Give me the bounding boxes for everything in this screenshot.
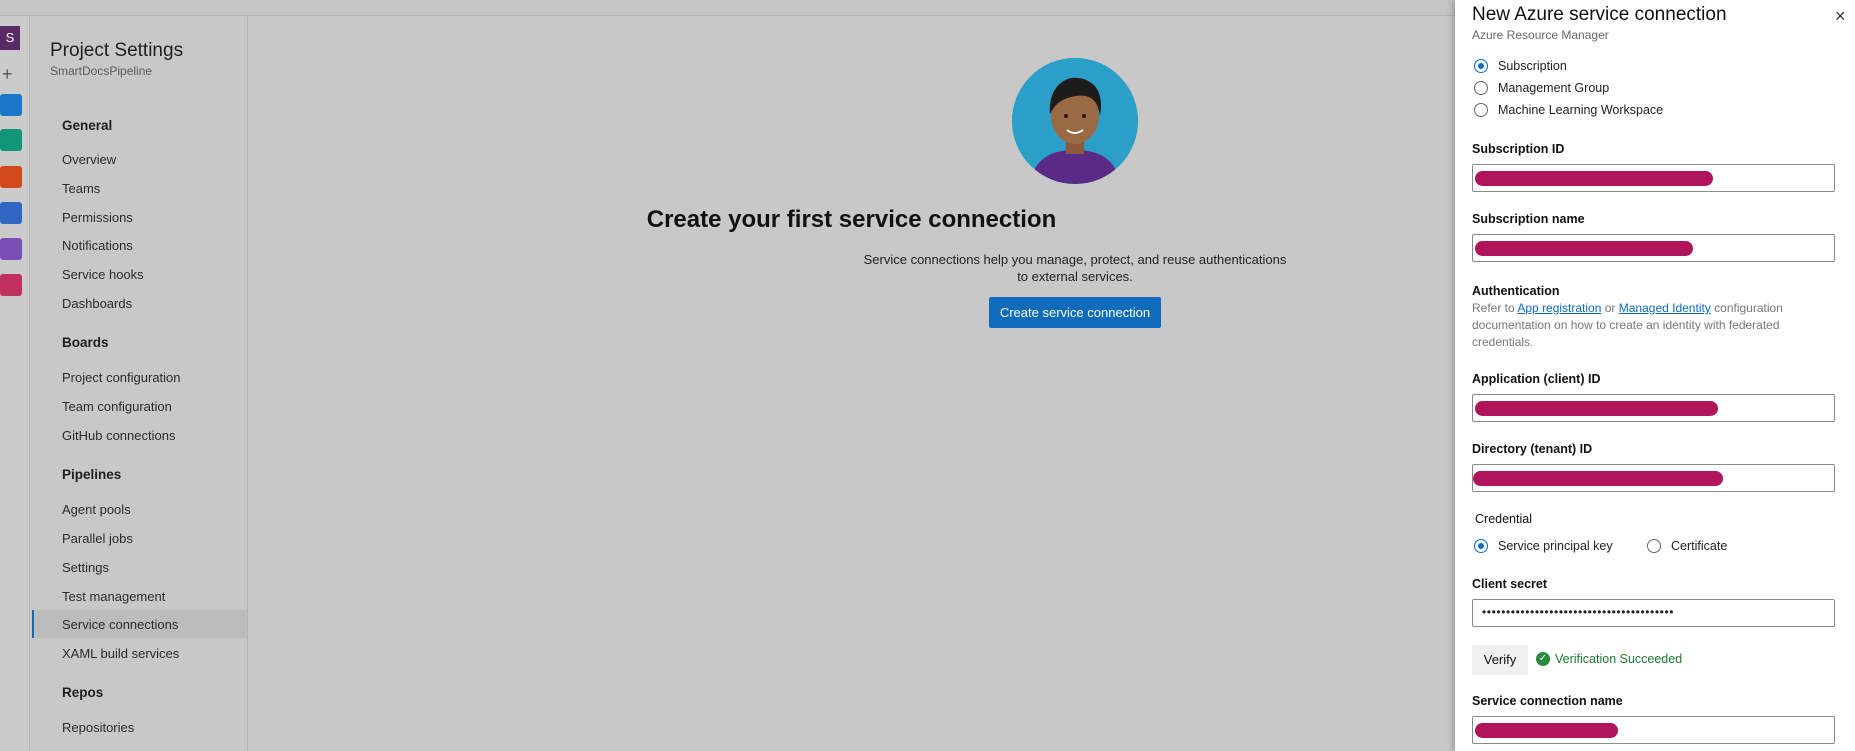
scope-option-label: Machine Learning Workspace	[1498, 103, 1664, 117]
client-secret-input[interactable]: ••••••••••••••••••••••••••••••••••••••••	[1472, 599, 1835, 627]
nav-item-service-connections[interactable]: Service connections	[62, 617, 178, 632]
panel-subtitle: Azure Resource Manager	[1472, 28, 1609, 42]
nav-item-repositories[interactable]: Repositories	[62, 720, 134, 735]
scope-option-label: Management Group	[1498, 81, 1610, 95]
credential-option-label: Certificate	[1671, 539, 1728, 553]
scope-option-subscription[interactable]: Subscription	[1474, 59, 1567, 73]
pipelines-icon[interactable]	[0, 202, 22, 224]
person-illustration-icon	[1012, 58, 1138, 184]
app-registration-link[interactable]: App registration	[1517, 301, 1601, 315]
nav-item-agent-pools[interactable]: Agent pools	[62, 502, 131, 517]
org-avatar[interactable]: S	[0, 26, 20, 50]
connection-name-label: Service connection name	[1472, 694, 1623, 708]
nav-item-permissions[interactable]: Permissions	[62, 210, 133, 225]
artifacts-icon[interactable]	[0, 274, 22, 296]
empty-state-description: Service connections help you manage, pro…	[863, 252, 1287, 284]
nav-item-team-configuration[interactable]: Team configuration	[62, 399, 172, 414]
repos-icon[interactable]	[0, 166, 22, 188]
nav-item-xaml-build-services[interactable]: XAML build services	[62, 646, 179, 661]
client-secret-value: ••••••••••••••••••••••••••••••••••••••••	[1482, 605, 1675, 619]
create-service-connection-button[interactable]: Create service connection	[989, 297, 1161, 328]
nav-item-service-hooks[interactable]: Service hooks	[62, 267, 144, 282]
auth-text-mid: or	[1601, 301, 1619, 315]
subscription-name-label: Subscription name	[1472, 212, 1585, 226]
client-secret-label: Client secret	[1472, 577, 1548, 591]
close-icon[interactable]: ×	[1835, 6, 1846, 27]
nav-item-overview[interactable]: Overview	[62, 152, 116, 167]
boards-icon[interactable]	[0, 129, 22, 151]
redaction-mark	[1475, 723, 1618, 738]
redaction-mark	[1475, 171, 1713, 186]
left-rail: S +	[0, 16, 30, 751]
nav-item-test-management[interactable]: Test management	[62, 589, 165, 604]
credential-option-label: Service principal key	[1498, 539, 1613, 553]
nav-item-parallel-jobs[interactable]: Parallel jobs	[62, 531, 133, 546]
subscription-id-input[interactable]	[1472, 164, 1835, 192]
subscription-name-input[interactable]	[1472, 234, 1835, 262]
empty-state: Create your first service connection Ser…	[248, 16, 1455, 751]
nav-item-project-configuration[interactable]: Project configuration	[62, 370, 181, 385]
credential-label: Credential	[1475, 512, 1532, 526]
radio-icon[interactable]	[1474, 81, 1488, 95]
panel-title: New Azure service connection	[1472, 4, 1727, 25]
subscription-id-label: Subscription ID	[1472, 142, 1565, 156]
new-project-icon[interactable]: +	[2, 64, 13, 85]
section-repos: Repos	[62, 685, 104, 700]
verification-status: ✓ Verification Succeeded	[1536, 652, 1682, 666]
settings-nav: Project Settings SmartDocsPipeline Gener…	[32, 16, 248, 751]
radio-icon[interactable]	[1474, 103, 1488, 117]
connection-name-input[interactable]	[1472, 716, 1835, 744]
authentication-heading: Authentication	[1472, 284, 1560, 298]
redaction-mark	[1475, 401, 1718, 416]
section-boards: Boards	[62, 335, 109, 350]
redaction-mark	[1475, 241, 1693, 256]
verify-button[interactable]: Verify	[1472, 645, 1528, 675]
empty-state-headline: Create your first service connection	[646, 206, 1057, 233]
check-circle-icon: ✓	[1536, 652, 1550, 666]
nav-item-dashboards[interactable]: Dashboards	[62, 296, 132, 311]
application-id-input[interactable]	[1472, 394, 1835, 422]
tenant-id-label: Directory (tenant) ID	[1472, 442, 1593, 456]
credential-option-certificate[interactable]: Certificate	[1647, 539, 1727, 553]
radio-selected-icon[interactable]	[1474, 539, 1488, 553]
overview-icon[interactable]	[0, 94, 22, 116]
scope-option-label: Subscription	[1498, 59, 1567, 73]
redaction-mark	[1473, 471, 1723, 486]
auth-text-prefix: Refer to	[1472, 301, 1518, 315]
section-general: General	[62, 118, 113, 133]
authentication-help-text: Refer to App registration or Managed Ide…	[1472, 300, 1812, 351]
credential-option-service-principal-key[interactable]: Service principal key	[1474, 539, 1613, 553]
nav-item-notifications[interactable]: Notifications	[62, 238, 133, 253]
radio-selected-icon[interactable]	[1474, 59, 1488, 73]
verification-status-text: Verification Succeeded	[1555, 652, 1683, 666]
nav-item-settings[interactable]: Settings	[62, 560, 109, 575]
radio-icon[interactable]	[1647, 539, 1661, 553]
new-service-connection-panel: New Azure service connection Azure Resou…	[1455, 0, 1855, 751]
managed-identity-link[interactable]: Managed Identity	[1619, 301, 1711, 315]
scope-option-management-group[interactable]: Management Group	[1474, 81, 1609, 95]
section-pipelines: Pipelines	[62, 467, 122, 482]
scope-option-ml-workspace[interactable]: Machine Learning Workspace	[1474, 103, 1663, 117]
tenant-id-input[interactable]	[1472, 464, 1835, 492]
page-title: Project Settings	[50, 40, 184, 61]
application-id-label: Application (client) ID	[1472, 372, 1601, 386]
project-name: SmartDocsPipeline	[50, 64, 153, 78]
top-bar	[0, 0, 1455, 16]
test-plans-icon[interactable]	[0, 238, 22, 260]
nav-item-github-connections[interactable]: GitHub connections	[62, 428, 175, 443]
nav-item-teams[interactable]: Teams	[62, 181, 100, 196]
